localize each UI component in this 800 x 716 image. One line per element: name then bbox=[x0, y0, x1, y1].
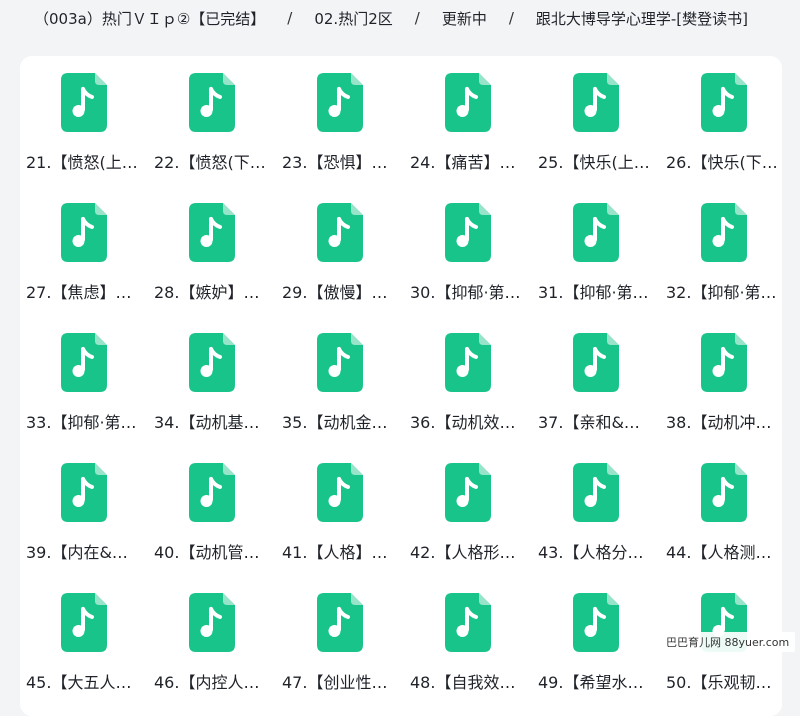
file-item[interactable]: 40.【动机管… bbox=[151, 446, 279, 576]
file-item[interactable]: 48.【自我效… bbox=[407, 576, 535, 706]
file-item[interactable]: 36.【动机效… bbox=[407, 316, 535, 446]
audio-file-icon bbox=[317, 203, 363, 262]
file-name: 39.【内在&… bbox=[26, 543, 128, 562]
file-item[interactable]: 31.【抑郁·第… bbox=[535, 186, 663, 316]
file-item[interactable]: 35.【动机金… bbox=[279, 316, 407, 446]
file-name: 29.【傲慢】… bbox=[282, 283, 388, 302]
file-name: 42.【人格形… bbox=[410, 543, 516, 562]
audio-file-icon bbox=[573, 463, 619, 522]
file-item[interactable]: 28.【嫉妒】… bbox=[151, 186, 279, 316]
file-item[interactable]: 30.【抑郁·第… bbox=[407, 186, 535, 316]
audio-file-icon bbox=[701, 203, 747, 262]
file-name: 37.【亲和&… bbox=[538, 413, 640, 432]
file-name: 21.【愤怒(上… bbox=[26, 153, 138, 172]
breadcrumb-separator: / bbox=[508, 9, 514, 27]
file-item[interactable]: 45.【大五人… bbox=[23, 576, 151, 706]
watermark: 巴巴育儿网 88yuer.com bbox=[660, 632, 796, 652]
file-item[interactable]: 38.【动机冲… bbox=[663, 316, 782, 446]
file-name: 24.【痛苦】… bbox=[410, 153, 516, 172]
file-name: 34.【动机基… bbox=[154, 413, 260, 432]
file-item[interactable]: 47.【创业性… bbox=[279, 576, 407, 706]
file-name: 48.【自我效… bbox=[410, 673, 516, 692]
audio-file-icon bbox=[61, 73, 107, 132]
file-item[interactable]: 37.【亲和&… bbox=[535, 316, 663, 446]
audio-file-icon bbox=[189, 333, 235, 392]
audio-file-icon bbox=[445, 593, 491, 652]
audio-file-icon bbox=[701, 463, 747, 522]
file-name: 22.【愤怒(下… bbox=[154, 153, 266, 172]
audio-file-icon bbox=[573, 333, 619, 392]
breadcrumb-item[interactable]: 跟北大博导学心理学-[樊登读书] bbox=[536, 8, 748, 29]
breadcrumb-separator: / bbox=[287, 9, 293, 27]
file-name: 45.【大五人… bbox=[26, 673, 132, 692]
file-name: 25.【快乐(上… bbox=[538, 153, 650, 172]
file-name: 47.【创业性… bbox=[282, 673, 388, 692]
file-item[interactable]: 44.【人格测… bbox=[663, 446, 782, 576]
audio-file-icon bbox=[573, 73, 619, 132]
file-item[interactable]: 22.【愤怒(下… bbox=[151, 56, 279, 186]
audio-file-icon bbox=[445, 333, 491, 392]
breadcrumb-item[interactable]: 02.热门2区 bbox=[314, 8, 392, 29]
file-name: 28.【嫉妒】… bbox=[154, 283, 260, 302]
file-item[interactable]: 26.【快乐(下… bbox=[663, 56, 782, 186]
file-item[interactable]: 39.【内在&… bbox=[23, 446, 151, 576]
breadcrumb-item[interactable]: 更新中 bbox=[442, 8, 487, 29]
file-item[interactable]: 43.【人格分… bbox=[535, 446, 663, 576]
file-item[interactable]: 21.【愤怒(上… bbox=[23, 56, 151, 186]
audio-file-icon bbox=[317, 333, 363, 392]
file-name: 30.【抑郁·第… bbox=[410, 283, 521, 302]
file-name: 36.【动机效… bbox=[410, 413, 516, 432]
file-item[interactable]: 23.【恐惧】… bbox=[279, 56, 407, 186]
audio-file-icon bbox=[573, 203, 619, 262]
audio-file-icon bbox=[61, 203, 107, 262]
file-item[interactable]: 49.【希望水… bbox=[535, 576, 663, 706]
file-name: 43.【人格分… bbox=[538, 543, 644, 562]
file-item[interactable]: 34.【动机基… bbox=[151, 316, 279, 446]
file-name: 32.【抑郁·第… bbox=[666, 283, 777, 302]
breadcrumb-separator: / bbox=[414, 9, 420, 27]
file-name: 38.【动机冲… bbox=[666, 413, 772, 432]
file-name: 49.【希望水… bbox=[538, 673, 644, 692]
file-name: 40.【动机管… bbox=[154, 543, 260, 562]
file-name: 50.【乐观韧… bbox=[666, 673, 772, 692]
file-item[interactable]: 41.【人格】… bbox=[279, 446, 407, 576]
file-item[interactable]: 42.【人格形… bbox=[407, 446, 535, 576]
file-item[interactable]: 25.【快乐(上… bbox=[535, 56, 663, 186]
audio-file-icon bbox=[445, 203, 491, 262]
file-item[interactable]: 24.【痛苦】… bbox=[407, 56, 535, 186]
file-panel: 21.【愤怒(上… 22.【愤怒(下… 23.【恐惧】… 24.【痛苦】… 25.【快乐… bbox=[20, 56, 782, 716]
audio-file-icon bbox=[573, 593, 619, 652]
audio-file-icon bbox=[317, 463, 363, 522]
file-item[interactable]: 27.【焦虑】… bbox=[23, 186, 151, 316]
file-name: 33.【抑郁·第… bbox=[26, 413, 137, 432]
file-grid: 21.【愤怒(上… 22.【愤怒(下… 23.【恐惧】… 24.【痛苦】… 25.【快乐… bbox=[20, 56, 782, 706]
file-item[interactable]: 46.【内控人… bbox=[151, 576, 279, 706]
audio-file-icon bbox=[189, 593, 235, 652]
audio-file-icon bbox=[61, 333, 107, 392]
file-name: 44.【人格测… bbox=[666, 543, 772, 562]
audio-file-icon bbox=[701, 73, 747, 132]
file-name: 23.【恐惧】… bbox=[282, 153, 388, 172]
file-name: 35.【动机金… bbox=[282, 413, 388, 432]
file-item[interactable]: 32.【抑郁·第… bbox=[663, 186, 782, 316]
audio-file-icon bbox=[317, 593, 363, 652]
file-name: 46.【内控人… bbox=[154, 673, 260, 692]
audio-file-icon bbox=[189, 73, 235, 132]
file-item[interactable]: 33.【抑郁·第… bbox=[23, 316, 151, 446]
audio-file-icon bbox=[701, 333, 747, 392]
file-name: 26.【快乐(下… bbox=[666, 153, 778, 172]
audio-file-icon bbox=[189, 463, 235, 522]
breadcrumb: （003a）热门ＶＩｐ②【已完结】 / 02.热门2区 / 更新中 / 跟北大博导学心理学-… bbox=[34, 8, 748, 28]
breadcrumb-item[interactable]: （003a）热门ＶＩｐ②【已完结】 bbox=[34, 8, 265, 29]
audio-file-icon bbox=[445, 73, 491, 132]
audio-file-icon bbox=[61, 463, 107, 522]
file-name: 31.【抑郁·第… bbox=[538, 283, 649, 302]
audio-file-icon bbox=[317, 73, 363, 132]
file-item[interactable]: 29.【傲慢】… bbox=[279, 186, 407, 316]
file-name: 41.【人格】… bbox=[282, 543, 388, 562]
audio-file-icon bbox=[189, 203, 235, 262]
file-name: 27.【焦虑】… bbox=[26, 283, 132, 302]
audio-file-icon bbox=[445, 463, 491, 522]
audio-file-icon bbox=[61, 593, 107, 652]
